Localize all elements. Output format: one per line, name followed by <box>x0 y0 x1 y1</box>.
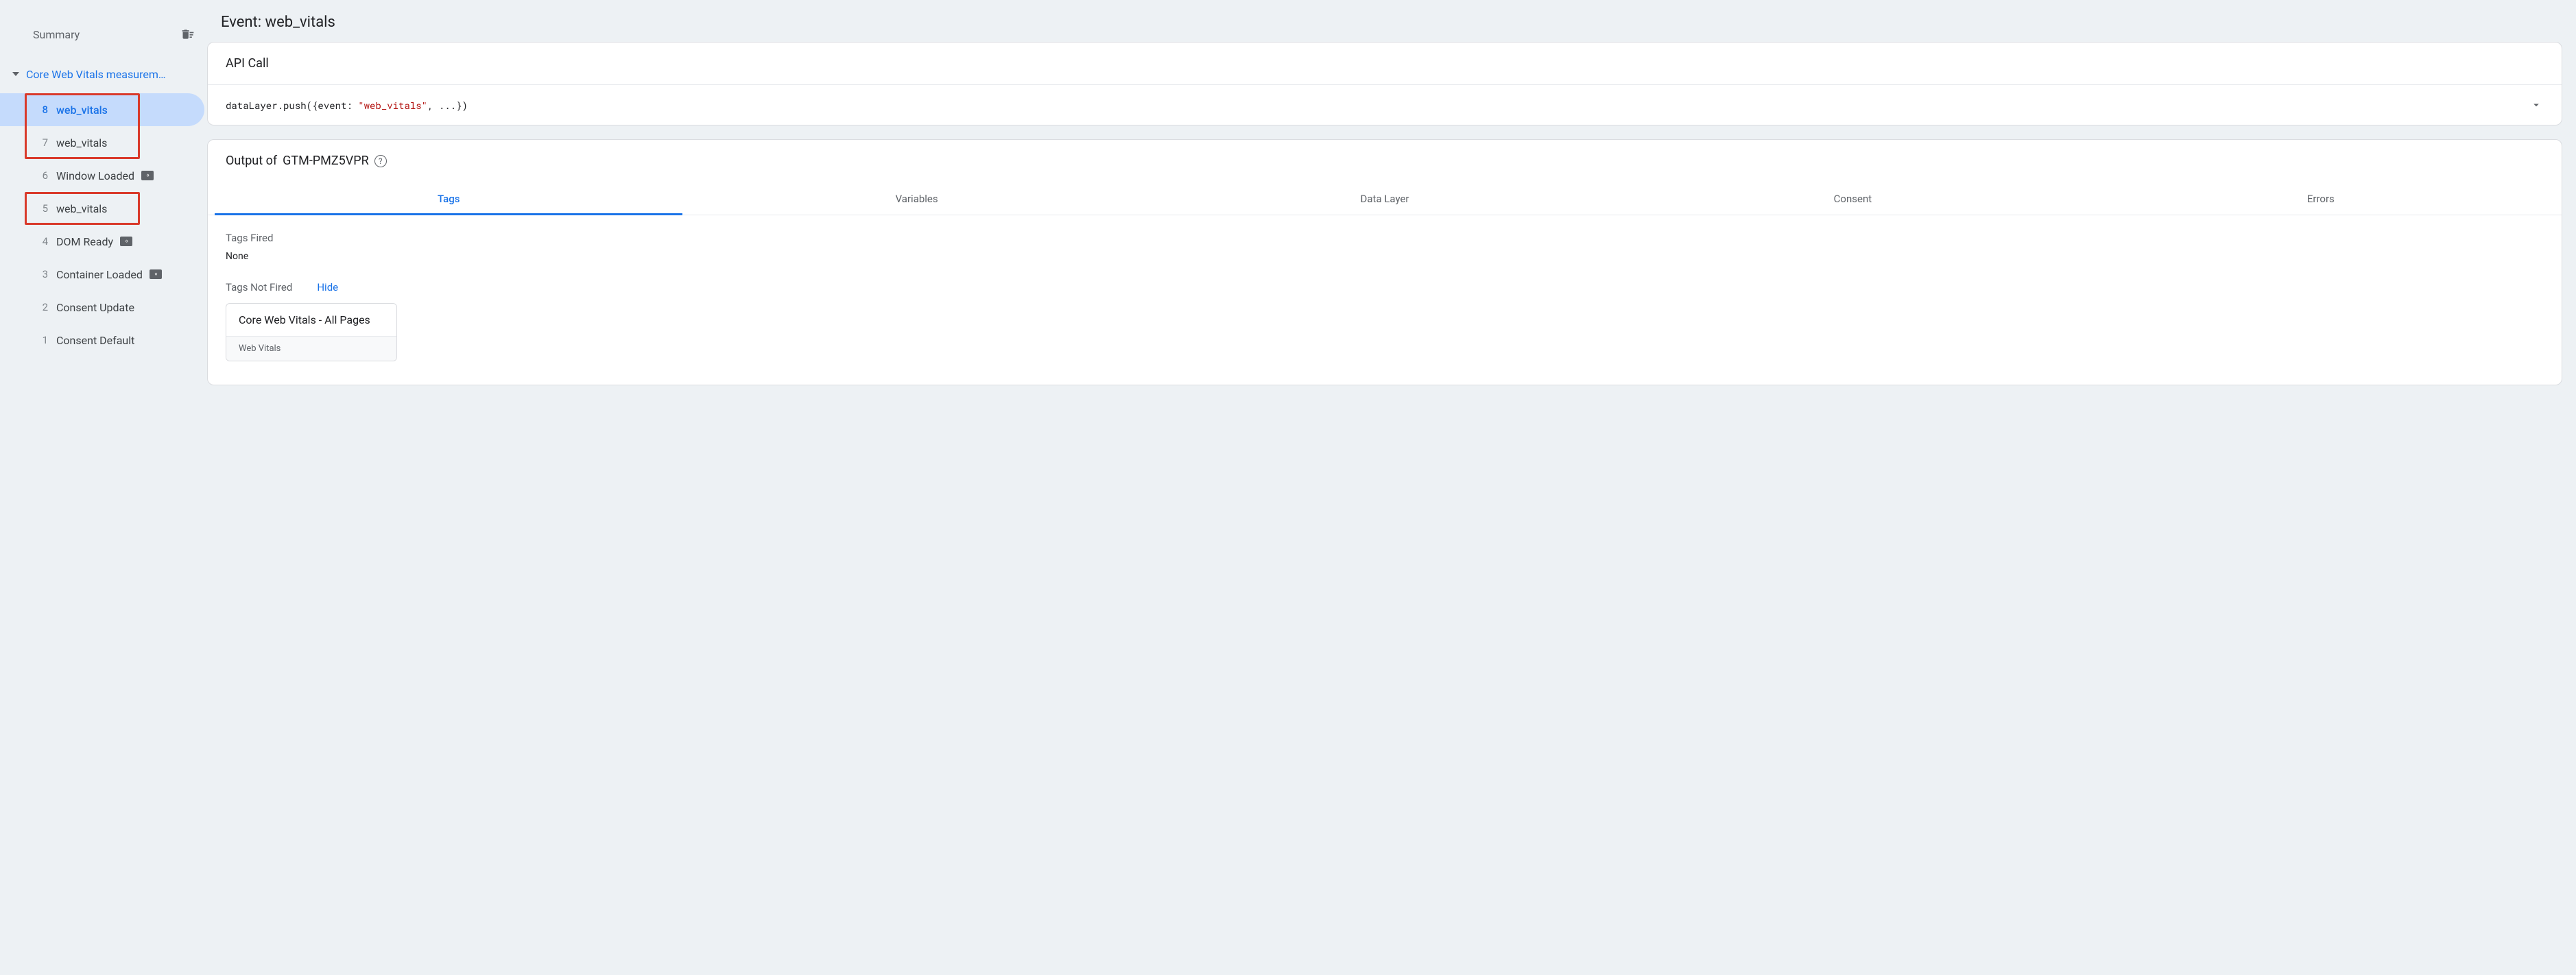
group-title: Core Web Vitals measurem… <box>26 68 166 81</box>
hide-link[interactable]: Hide <box>317 281 338 293</box>
event-title: Event: web_vitals <box>221 14 2562 31</box>
api-call-title: API Call <box>226 56 269 71</box>
output-header: Output of GTM-PMZ5VPR ? <box>208 140 2562 182</box>
output-body: Tags Fired None Tags Not Fired Hide Core… <box>208 215 2562 385</box>
event-label: DOM Ready <box>56 235 113 248</box>
sidebar: Summary Core Web Vitals measurem… 8 web_… <box>0 0 204 416</box>
event-group-highlight-1: 8 web_vitals 7 web_vitals <box>0 93 204 159</box>
tab-tags[interactable]: Tags <box>215 182 682 215</box>
container-id: GTM-PMZ5VPR <box>283 154 369 168</box>
summary-label: Summary <box>33 28 80 41</box>
event-group-highlight-2: 5 web_vitals <box>0 192 204 225</box>
api-call-code: dataLayer.push({event: "web_vitals", ...… <box>226 99 468 112</box>
tab-errors[interactable]: Errors <box>2087 182 2555 215</box>
tags-fired-label: Tags Fired <box>226 232 2544 244</box>
summary-row[interactable]: Summary <box>0 19 204 49</box>
output-header-prefix: Output of <box>226 154 277 168</box>
event-label: Consent Default <box>56 334 134 347</box>
event-label: Container Loaded <box>56 268 143 281</box>
event-label: web_vitals <box>56 202 107 215</box>
event-item[interactable]: 4 DOM Ready <box>0 225 204 258</box>
tags-not-fired-label: Tags Not Fired <box>226 281 292 293</box>
chevron-down-icon <box>12 72 19 76</box>
event-item[interactable]: 7 web_vitals <box>0 126 204 159</box>
api-call-body[interactable]: dataLayer.push({event: "web_vitals", ...… <box>208 84 2562 125</box>
summary-group[interactable]: Core Web Vitals measurem… <box>0 59 204 89</box>
event-number: 6 <box>33 169 48 182</box>
code-string: "web_vitals" <box>358 99 427 112</box>
code-suffix: , ...}) <box>427 99 468 112</box>
code-badge-icon <box>120 237 132 246</box>
tab-consent[interactable]: Consent <box>1619 182 2086 215</box>
event-number: 8 <box>33 104 48 116</box>
event-number: 4 <box>33 235 48 248</box>
tag-name: Core Web Vitals - All Pages <box>226 304 396 336</box>
main: Event: web_vitals API Call dataLayer.pus… <box>204 0 2576 416</box>
event-number: 3 <box>33 268 48 280</box>
event-label: Consent Update <box>56 301 134 314</box>
event-item[interactable]: 1 Consent Default <box>0 324 204 357</box>
event-label: web_vitals <box>56 136 107 149</box>
event-item[interactable]: 6 Window Loaded <box>0 159 204 192</box>
api-call-header: API Call <box>208 43 2562 84</box>
tab-variables[interactable]: Variables <box>682 182 1150 215</box>
event-number: 5 <box>33 202 48 215</box>
event-label: web_vitals <box>56 104 108 117</box>
tag-type: Web Vitals <box>226 336 396 361</box>
event-number: 1 <box>33 334 48 346</box>
tab-data-layer[interactable]: Data Layer <box>1151 182 1619 215</box>
output-card: Output of GTM-PMZ5VPR ? Tags Variables D… <box>207 139 2562 385</box>
event-item[interactable]: 3 Container Loaded <box>0 258 204 291</box>
api-call-card: API Call dataLayer.push({event: "web_vit… <box>207 42 2562 125</box>
code-badge-icon <box>150 269 162 279</box>
chevron-down-icon[interactable] <box>2529 97 2544 112</box>
help-icon[interactable]: ? <box>374 155 387 167</box>
event-item[interactable]: 2 Consent Update <box>0 291 204 324</box>
output-tabs: Tags Variables Data Layer Consent Errors <box>208 182 2562 215</box>
event-item[interactable]: 8 web_vitals <box>0 93 204 126</box>
event-item[interactable]: 5 web_vitals <box>0 192 204 225</box>
delete-sweep-icon[interactable] <box>180 26 196 43</box>
event-label: Window Loaded <box>56 169 134 182</box>
event-number: 7 <box>33 136 48 149</box>
tags-fired-value: None <box>226 251 2544 262</box>
code-prefix: dataLayer.push({event: <box>226 99 358 112</box>
tag-card[interactable]: Core Web Vitals - All Pages Web Vitals <box>226 303 397 361</box>
event-list: 8 web_vitals 7 web_vitals 6 Window Loade… <box>0 93 204 357</box>
event-number: 2 <box>33 301 48 313</box>
code-badge-icon <box>141 171 154 180</box>
